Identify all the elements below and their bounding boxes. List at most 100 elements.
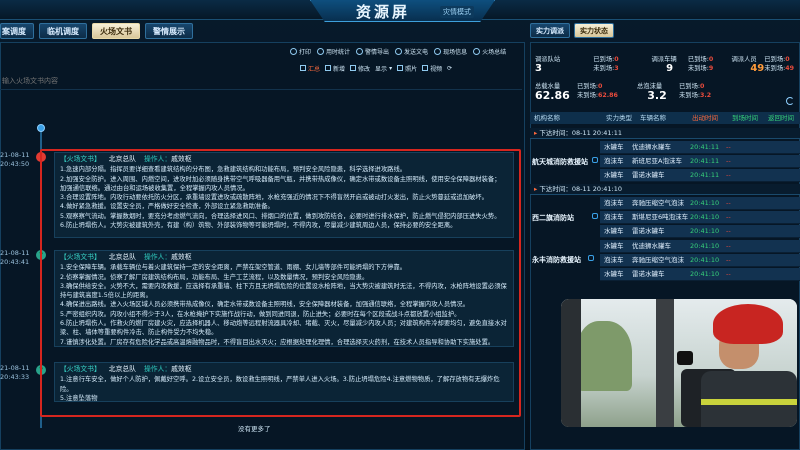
not-arrived-value: 49 (785, 65, 795, 72)
depart-time: 20:41:11 (690, 171, 720, 179)
print-button[interactable]: 打印 (290, 47, 311, 56)
export-button[interactable]: 警情导出 (356, 47, 389, 56)
video-pillar (561, 299, 581, 427)
tab-dispatch[interactable]: 案调度 (0, 23, 34, 39)
vehicle-row[interactable]: 泡沫车奔驰压缩空气泡沫车 20:41:10 -- (600, 197, 800, 220)
no-more-label: 没有更多了 (238, 425, 271, 433)
group-header[interactable]: ▸ 下达时间：08-11 20:41:11 (530, 128, 800, 139)
depart-time: 20:41:10 (690, 242, 720, 250)
phone-icon[interactable] (592, 157, 598, 163)
doc-toolbar: 打印 用时统计 警情导出 发送文电 现场信息 火场总结 (290, 46, 506, 56)
col-depart[interactable]: 出动时间 (688, 112, 728, 124)
water-foam-stats: 总载水量 62.86 已到场:0 未到场:62.86 总泡沫量 3.2 已到场:0 未到… (535, 82, 797, 104)
col-vehicle: 车辆名称 (640, 114, 666, 122)
vehicle-name: 优迪狮水罐车 (632, 143, 671, 151)
timeline-date: 21-08-11 20:43:50 (0, 151, 30, 169)
export-icon (356, 47, 364, 55)
group-time: 下达时间：08-11 20:41:11 (539, 129, 622, 137)
depart-time: 20:41:11 (690, 157, 720, 165)
tab-adhoc-dispatch[interactable]: 临机调度 (39, 23, 87, 39)
col-arrive[interactable]: 到场时间 (728, 112, 764, 124)
depart-time: 20:41:10 (690, 213, 720, 221)
stat-vehicles: 调派车辆 9 (651, 55, 687, 77)
refresh-icon[interactable] (786, 97, 794, 105)
scene-info-label: 现场信息 (443, 48, 468, 56)
depart-time: 20:41:11 (690, 143, 720, 151)
not-arrived-label: 未到场: (593, 65, 615, 72)
add-button[interactable]: 新增 (325, 64, 345, 73)
timeline-date-time: 20:43:50 (0, 160, 30, 168)
refresh-button[interactable]: ⟳ (447, 65, 452, 72)
document-search-input[interactable] (0, 75, 520, 87)
vehicle-name: 雷诺水罐车 (632, 171, 665, 179)
photo-button[interactable]: 照片 (397, 64, 417, 73)
page-title: 资源屏 (356, 3, 411, 21)
display-label: 显示 (375, 65, 388, 73)
vehicle-type: 水罐车 (604, 242, 624, 250)
stat-value: 49 (750, 63, 765, 74)
chevron-down-icon: ▾ (389, 64, 393, 72)
arrived-label: 已到场: (687, 56, 709, 63)
video-button[interactable]: 视频 (422, 64, 442, 73)
tab-fire-documents[interactable]: 火场文书 (92, 23, 140, 39)
checkbox-icon (300, 65, 306, 71)
timeline-date-day: 21-08-11 (0, 151, 30, 159)
vehicle-row[interactable]: 泡沫车奔驰压缩空气泡沫车 20:41:10 -- (600, 254, 800, 277)
stat-value: 9 (666, 63, 674, 74)
vehicle-type: 泡沫车 (604, 256, 624, 264)
tab-force-status[interactable]: 实力状态 (574, 23, 614, 38)
timeline-date: 21-08-11 20:43:41 (0, 249, 30, 267)
live-video-feed[interactable] (561, 299, 797, 427)
unit-name[interactable]: 航天城消防救援站 (532, 157, 588, 167)
edit-label: 修改 (358, 65, 371, 73)
tab-incident-display[interactable]: 警情展示 (145, 23, 193, 39)
photo-label: 照片 (405, 65, 418, 73)
arrive-time: -- (726, 171, 731, 179)
edit-button[interactable]: 修改 (350, 64, 370, 73)
video-tree (577, 321, 632, 391)
print-icon (290, 47, 297, 55)
send-icon (395, 47, 403, 55)
vehicle-row[interactable]: 水罐车 优迪狮水罐车 20:41:10 -- (600, 240, 800, 253)
vehicle-row[interactable]: 水罐车 雷诺水罐车 20:41:10 -- (600, 268, 800, 281)
phone-icon[interactable] (588, 255, 594, 261)
info-icon (434, 47, 442, 55)
summary-toggle[interactable]: 汇总 (300, 64, 320, 73)
arrive-time: -- (726, 270, 731, 278)
time-stats-button[interactable]: 用时统计 (317, 47, 350, 56)
stat-water-arrival: 已到场:0 未到场:62.86 (577, 82, 635, 104)
display-dropdown[interactable]: 显示 ▾ (375, 64, 392, 73)
timeline-date-time: 20:43:41 (0, 258, 30, 266)
print-label: 打印 (299, 48, 312, 56)
vehicle-row[interactable]: 水罐车 雷诺水罐车 20:41:11 -- (600, 169, 800, 182)
vehicle-row[interactable]: 泡沫车 斯堪尼亚6吨泡沫车 20:41:10 -- (600, 211, 800, 224)
unit-name[interactable]: 永丰消防救援站 (532, 255, 581, 265)
force-table-header: 机构名称 实力类型 车辆名称 出动时间 到场时间 返回时间 (530, 112, 800, 124)
arrived-value: 0 (785, 56, 790, 63)
group-header[interactable]: ▸ 下达时间：08-11 20:41:10 (530, 184, 800, 195)
timeline-date-time: 20:43:33 (0, 373, 30, 381)
tab-force-dispatch[interactable]: 实力调派 (530, 23, 570, 38)
mode-badge[interactable]: 灾情模式 (440, 6, 474, 18)
depart-time: 20:41:10 (690, 199, 720, 207)
vehicle-row[interactable]: 水罐车 雷诺水罐车 20:41:10 -- (600, 225, 800, 238)
vehicle-row[interactable]: 水罐车 优迪狮水罐车 20:41:11 -- (600, 141, 800, 154)
vehicle-name: 新班尼亚A泡沫车 (632, 157, 682, 165)
arrive-time: -- (726, 199, 731, 207)
arrived-label: 已到场: (679, 83, 701, 90)
send-message-button[interactable]: 发送文电 (395, 47, 428, 56)
vehicle-row[interactable]: 泡沫车 新班尼亚A泡沫车 20:41:11 -- (600, 155, 800, 168)
phone-icon[interactable] (592, 213, 598, 219)
not-arrived-value: 3.2 (700, 92, 712, 99)
video-icon (422, 65, 429, 71)
vehicle-name: 雷诺水罐车 (632, 227, 665, 235)
vehicle-type: 泡沫车 (604, 157, 624, 165)
doc-toolbar-secondary: 汇总 新增 修改 显示 ▾ 照片 视频 ⟳ (300, 63, 452, 73)
scene-info-button[interactable]: 现场信息 (434, 47, 467, 56)
fire-summary-label: 火场总结 (482, 48, 507, 56)
fire-summary-button[interactable]: 火场总结 (473, 47, 506, 56)
arrive-time: -- (726, 157, 731, 165)
divider (0, 89, 522, 90)
unit-name[interactable]: 西二旗消防站 (532, 213, 574, 223)
col-return[interactable]: 返回时间 (764, 112, 800, 124)
